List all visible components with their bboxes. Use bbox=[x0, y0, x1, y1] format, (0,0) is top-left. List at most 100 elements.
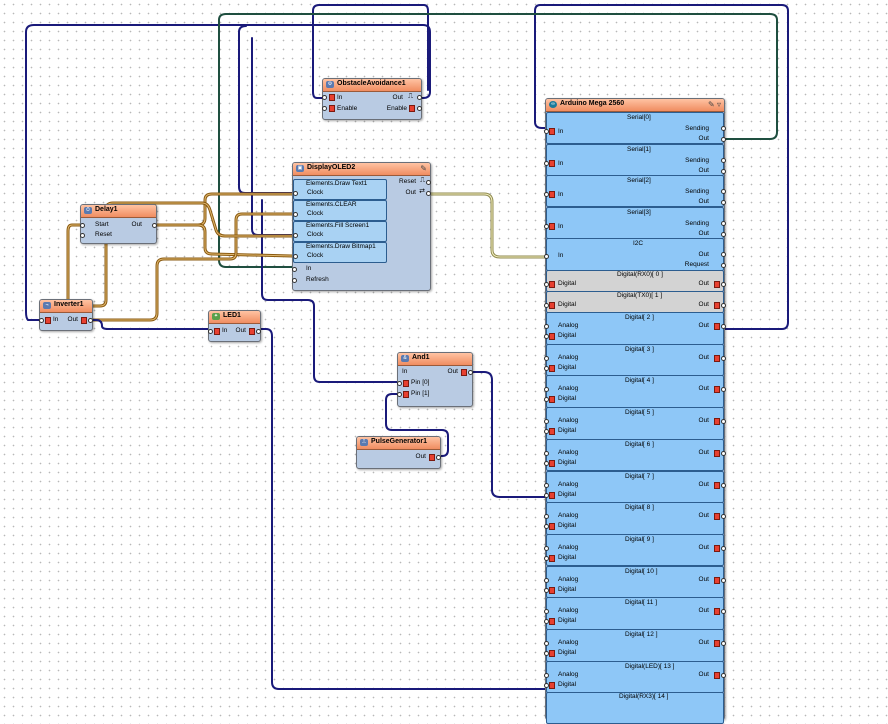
serial-output-pin[interactable] bbox=[721, 137, 726, 142]
pulse-generator-component[interactable]: ⎍ PulseGenerator1 Out bbox=[356, 436, 441, 469]
serial-channel-1[interactable]: Serial[1] In Sending Out bbox=[544, 143, 726, 176]
digital-tx-channel[interactable]: Digital(TX0)[ 1 ] Digital Out bbox=[544, 291, 726, 313]
digital-rx-channel[interactable]: Digital(RX0)[ 0 ] Digital Out bbox=[544, 270, 726, 292]
output-pin-enable[interactable] bbox=[417, 106, 422, 111]
serial-sending-pin[interactable] bbox=[721, 126, 726, 131]
analog-input-pin[interactable] bbox=[544, 450, 549, 456]
input-pin-in[interactable] bbox=[39, 318, 44, 323]
inverter-header[interactable]: ¬ Inverter1 bbox=[40, 300, 92, 313]
digital-output-pin[interactable] bbox=[721, 672, 726, 678]
pin-label-digital: Digital bbox=[558, 617, 577, 625]
output-pin-out[interactable] bbox=[417, 95, 422, 100]
analog-input-pin[interactable] bbox=[544, 641, 549, 646]
output-pin-out[interactable] bbox=[256, 329, 261, 334]
digital-channel-5[interactable]: Digital[ 5 ] Analog Digital Out bbox=[544, 407, 726, 440]
output-pin-out[interactable] bbox=[88, 318, 93, 323]
input-pin-in[interactable] bbox=[322, 95, 327, 100]
output-pin-out[interactable] bbox=[468, 370, 473, 375]
digital-channel-8[interactable]: Digital[ 8 ] Analog Digital Out bbox=[544, 502, 726, 535]
input-pin-clock[interactable] bbox=[293, 212, 298, 217]
digital-channel-7[interactable]: Digital[ 7 ] Analog Digital Out bbox=[544, 470, 726, 503]
serial-channel-0[interactable]: Serial[0] In Sending Out bbox=[544, 112, 726, 144]
wrench-icon[interactable]: ✎ bbox=[420, 163, 427, 174]
digital-output-pin[interactable] bbox=[721, 545, 726, 551]
display-oled-header[interactable]: ▣ DisplayOLED2 ✎ bbox=[293, 163, 430, 176]
obstacle-avoidance-component[interactable]: ⚙ ObstacleAvoidance1 In Enable Out ⎍ Ena… bbox=[322, 78, 422, 120]
i2c-channel[interactable]: I2C In Out Request bbox=[544, 238, 726, 271]
element-draw-text[interactable]: Elements.Draw Text1 Clock bbox=[293, 179, 387, 200]
serial-sending-pin[interactable] bbox=[721, 189, 726, 194]
arduino-mega-component[interactable]: ∞ Arduino Mega 2560 ✎ ▿ Serial[0] In Sendi… bbox=[544, 98, 726, 724]
wrench-icon[interactable]: ✎ ▿ bbox=[708, 99, 721, 110]
element-fill-screen[interactable]: Elements.Fill Screen1 Clock bbox=[293, 221, 387, 242]
serial-sending-pin[interactable] bbox=[721, 220, 726, 226]
delay-header[interactable]: ⏱ Delay1 bbox=[81, 205, 156, 218]
digital-output-pin[interactable] bbox=[721, 641, 726, 646]
input-pin-reset[interactable] bbox=[80, 233, 85, 238]
input-pin-clock[interactable] bbox=[293, 191, 298, 196]
delay-component[interactable]: ⏱ Delay1 Start Reset Out bbox=[80, 204, 157, 244]
i2c-output-pin[interactable] bbox=[721, 252, 726, 257]
digital-channel-2[interactable]: Digital[ 2 ] Analog Digital Out bbox=[544, 312, 726, 345]
digital-channel-4[interactable]: Digital[ 4 ] Analog Digital Out bbox=[544, 375, 726, 408]
digital-channel-14[interactable]: Digital(RX3)[ 14 ] bbox=[546, 692, 724, 724]
analog-input-pin[interactable] bbox=[544, 545, 549, 551]
digital-channel-9[interactable]: Digital[ 9 ] Analog Digital Out bbox=[544, 533, 726, 567]
analog-input-pin[interactable] bbox=[544, 609, 549, 615]
analog-input-pin[interactable] bbox=[544, 577, 549, 583]
digital-channel-13[interactable]: Digital(LED)[ 13 ] Analog Digital Out bbox=[544, 660, 726, 694]
input-pin-refresh[interactable] bbox=[292, 278, 297, 283]
led-component[interactable]: ✦ LED1 In Out bbox=[208, 310, 261, 342]
and-gate-header[interactable]: & And1 bbox=[398, 353, 472, 366]
input-pin-0[interactable] bbox=[397, 381, 402, 386]
output-pin-out[interactable] bbox=[436, 455, 441, 460]
digital-channel-12[interactable]: Digital[ 12 ] Analog Digital Out bbox=[544, 629, 726, 662]
analog-input-pin[interactable] bbox=[544, 355, 549, 361]
and-gate-component[interactable]: & And1 In Pin [0] Pin [1] Out bbox=[397, 352, 473, 407]
input-pin-start[interactable] bbox=[80, 223, 85, 228]
digital-channel-10[interactable]: Digital[ 10 ] Analog Digital Out bbox=[544, 565, 726, 599]
serial-output-pin[interactable] bbox=[721, 231, 726, 237]
input-pin-in[interactable] bbox=[292, 267, 297, 272]
display-oled-component[interactable]: ▣ DisplayOLED2 ✎ Reset ⎍ Out ⇄ Elements.… bbox=[292, 162, 431, 291]
digital-pin-icon bbox=[714, 640, 720, 647]
serial-output-pin[interactable] bbox=[721, 168, 726, 174]
digital-output-pin[interactable] bbox=[721, 303, 726, 308]
digital-output-pin[interactable] bbox=[721, 355, 726, 361]
output-pin-out[interactable] bbox=[426, 191, 431, 196]
input-pin-clock[interactable] bbox=[293, 233, 298, 238]
inverter-component[interactable]: ¬ Inverter1 In Out bbox=[39, 299, 93, 331]
i2c-request-pin[interactable] bbox=[721, 263, 726, 268]
digital-channel-3[interactable]: Digital[ 3 ] Analog Digital Out bbox=[544, 343, 726, 377]
led-header[interactable]: ✦ LED1 bbox=[209, 311, 260, 324]
digital-output-pin[interactable] bbox=[721, 282, 726, 287]
input-pin-enable[interactable] bbox=[322, 106, 327, 111]
arduino-header[interactable]: ∞ Arduino Mega 2560 ✎ ▿ bbox=[546, 99, 724, 112]
element-draw-bitmap[interactable]: Elements.Draw Bitmap1 Clock bbox=[293, 242, 387, 263]
digital-channel-11[interactable]: Digital[ 11 ] Analog Digital Out bbox=[544, 597, 726, 630]
i2c-input-pin[interactable] bbox=[544, 254, 549, 259]
serial-channel-3[interactable]: Serial[3] In Sending Out bbox=[544, 206, 726, 239]
digital-output-pin[interactable] bbox=[721, 450, 726, 456]
analog-input-pin[interactable] bbox=[544, 419, 549, 425]
analog-input-pin[interactable] bbox=[544, 672, 549, 678]
analog-input-pin[interactable] bbox=[544, 482, 549, 488]
serial-sending-pin[interactable] bbox=[721, 157, 726, 163]
digital-output-pin[interactable] bbox=[721, 324, 726, 329]
digital-channel-6[interactable]: Digital[ 6 ] Analog Digital Out bbox=[544, 438, 726, 472]
pulse-generator-header[interactable]: ⎍ PulseGenerator1 bbox=[357, 437, 440, 450]
input-pin-in[interactable] bbox=[208, 329, 213, 334]
input-pin-reset[interactable] bbox=[426, 180, 431, 185]
input-pin-1[interactable] bbox=[397, 392, 402, 397]
element-clear[interactable]: Elements.CLEAR Clock bbox=[293, 200, 387, 221]
digital-output-pin[interactable] bbox=[721, 482, 726, 488]
output-pin-out[interactable] bbox=[152, 223, 157, 228]
obstacle-avoidance-header[interactable]: ⚙ ObstacleAvoidance1 bbox=[323, 79, 421, 92]
digital-output-pin[interactable] bbox=[721, 577, 726, 583]
serial-output-pin[interactable] bbox=[721, 200, 726, 205]
analog-input-pin[interactable] bbox=[544, 387, 549, 393]
input-pin-clock[interactable] bbox=[293, 254, 298, 259]
analog-input-pin[interactable] bbox=[544, 324, 549, 329]
serial-channel-2[interactable]: Serial[2] In Sending Out bbox=[544, 175, 726, 207]
analog-input-pin[interactable] bbox=[544, 514, 549, 520]
